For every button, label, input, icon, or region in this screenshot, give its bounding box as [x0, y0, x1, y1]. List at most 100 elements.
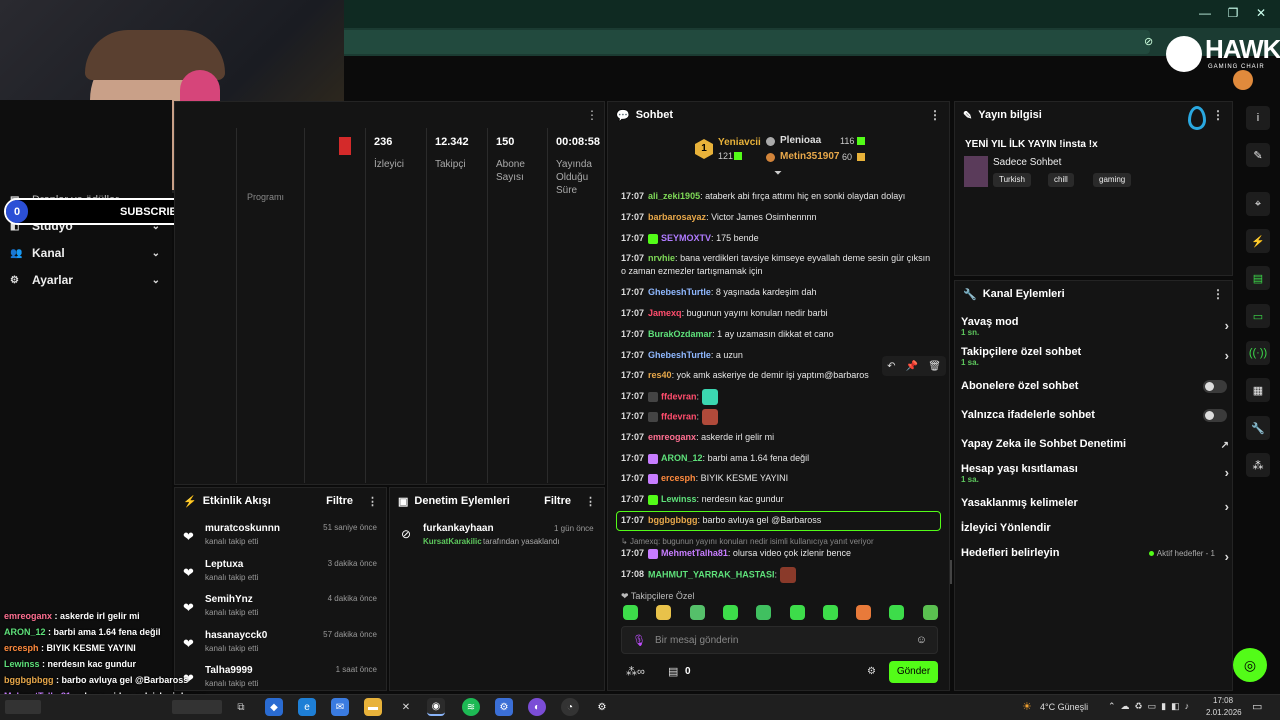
- avatar[interactable]: [1233, 70, 1253, 90]
- close-icon[interactable]: ✕: [1252, 6, 1270, 22]
- message-user[interactable]: nrvhie: [648, 253, 675, 263]
- xbox-icon[interactable]: ✕: [397, 698, 415, 716]
- chat-message[interactable]: 17:07 ercesph: BIYIK KESME YAYINI: [621, 472, 936, 485]
- minimize-icon[interactable]: —: [1196, 6, 1214, 22]
- channel-action-item[interactable]: Yapay Zeka ile Sohbet Denetimi ↗: [961, 438, 1231, 460]
- emoji-icon[interactable]: ☺: [916, 634, 927, 646]
- chat-message[interactable]: 17:07 nrvhie: bana verdikleri tavsiye kim…: [621, 252, 936, 278]
- message-user[interactable]: BurakOzdamar: [648, 329, 712, 339]
- broadcast-icon[interactable]: ((·)): [1246, 341, 1270, 365]
- app-icon[interactable]: ◐: [528, 698, 546, 716]
- message-user[interactable]: ffdevran: [661, 411, 697, 421]
- message-user[interactable]: bggbgbbgg: [648, 515, 697, 525]
- chat-message[interactable]: 17:07 MehmetTalha81: olursa video çok izl…: [621, 547, 936, 560]
- emote-picker-icon[interactable]: [656, 605, 672, 620]
- channel-action-item[interactable]: Yasaklanmış kelimeler ›: [961, 497, 1231, 519]
- chat-message[interactable]: 17:07 GhebeshTurtle: 8 yaşınada kardeşim …: [621, 286, 936, 299]
- address-bar[interactable]: [340, 30, 1150, 54]
- chat-message[interactable]: 17:07 ffdevran:: [621, 389, 936, 405]
- info-icon[interactable]: i: [1246, 106, 1270, 130]
- edge-icon[interactable]: e: [298, 698, 316, 716]
- chat-message[interactable]: 17:07 barbarosayaz: Victor James Osimhenn…: [621, 211, 936, 224]
- send-button[interactable]: Gönder: [889, 661, 938, 683]
- message-user[interactable]: res40: [648, 370, 672, 380]
- moderation-user[interactable]: furkankayhaan: [423, 523, 494, 534]
- stream-tag[interactable]: Turkish: [993, 173, 1031, 187]
- channel-action-item[interactable]: Takipçilere özel sohbet 1 sa. ›: [961, 346, 1231, 368]
- note-icon[interactable]: ▤: [1246, 266, 1270, 290]
- mail-icon[interactable]: ✉: [331, 698, 349, 716]
- chat-message[interactable]: 17:07 ffdevran:: [621, 409, 936, 425]
- message-user[interactable]: ffdevran: [661, 391, 697, 401]
- event-user[interactable]: hasanaycck0: [205, 630, 267, 641]
- chat-message[interactable]: 17:07 res40: yok amk askeriye de demir iş…: [621, 369, 936, 382]
- chat-message[interactable]: 17:07 GhebeshTurtle: a uzun: [621, 349, 936, 362]
- chat-message[interactable]: 17:07 emreoganx: askerde irl gelir mi: [621, 431, 936, 444]
- message-user[interactable]: Jamexq: [648, 308, 682, 318]
- eye-off-icon[interactable]: ⊘: [1144, 35, 1153, 48]
- message-user[interactable]: Lewinss: [661, 494, 697, 504]
- infinity-points-icon[interactable]: ⁂∞: [626, 665, 645, 678]
- channel-action-item[interactable]: Hedefleri belirleyin › Aktif hedefler - 1: [961, 547, 1231, 569]
- focus-icon[interactable]: ⌖: [1246, 192, 1270, 216]
- kebab-icon[interactable]: ⋮: [929, 108, 941, 122]
- widget-thumbnail[interactable]: [172, 700, 222, 714]
- event-user[interactable]: Leptuxa: [205, 559, 243, 570]
- kebab-icon[interactable]: ⋮: [585, 495, 596, 508]
- channel-action-item[interactable]: Hesap yaşı kısıtlaması 1 sa. ›: [961, 463, 1231, 485]
- event-user[interactable]: Talha9999: [205, 665, 253, 676]
- activity-event[interactable]: ❤ hasanaycck0 kanalı takip etti 57 dakika ö…: [183, 630, 383, 664]
- chat-message[interactable]: 17:07 Jamexq: bugunun yayını konuları ned…: [621, 307, 936, 320]
- top-gifter-name[interactable]: Plenioaa: [780, 135, 821, 146]
- filter-button[interactable]: Filtre: [326, 495, 353, 507]
- message-user[interactable]: GhebeshTurtle: [648, 287, 711, 297]
- emote-picker-icon[interactable]: [822, 605, 838, 620]
- system-tray-icons[interactable]: ⌃☁♻▭▮◧♪: [1108, 701, 1194, 712]
- folder-icon[interactable]: ▬: [364, 698, 382, 716]
- message-user[interactable]: GhebeshTurtle: [648, 350, 711, 360]
- store-icon[interactable]: ▤: [668, 665, 678, 678]
- support-chat-icon[interactable]: ◎: [1233, 648, 1267, 682]
- task-view-icon[interactable]: ⧉: [232, 698, 250, 716]
- chat-message[interactable]: 17:07 bggbgbbgg: barbo avluya gel @Barbar…: [621, 514, 936, 527]
- kebab-icon[interactable]: ⋮: [586, 108, 598, 122]
- activity-event[interactable]: ❤ Leptuxa kanalı takip etti 3 dakika önce: [183, 559, 383, 593]
- spotify-icon[interactable]: ≋: [462, 698, 480, 716]
- message-user[interactable]: emreoganx: [648, 432, 696, 442]
- settings-icon[interactable]: ⚙: [593, 698, 611, 716]
- stream-tag[interactable]: chill: [1048, 173, 1074, 187]
- chat-scrollbar[interactable]: [950, 560, 952, 584]
- sidebar-item-channel[interactable]: 👥 Kanal ⌄: [10, 243, 160, 263]
- toggle-switch[interactable]: [1203, 409, 1227, 422]
- chat-message[interactable]: 17:08 MAHMUT_YARRAK_HASTASI:: [621, 567, 936, 583]
- channel-action-item[interactable]: Abonelere özel sohbet: [961, 380, 1231, 402]
- layout-icon[interactable]: ▦: [1246, 378, 1270, 402]
- copilot-icon[interactable]: ◆: [265, 698, 283, 716]
- emote-picker-icon[interactable]: [756, 605, 772, 620]
- message-user[interactable]: ali_zeki1905: [648, 191, 700, 201]
- mic-icon[interactable]: 🎙: [632, 634, 646, 647]
- message-user[interactable]: SEYMOXTV: [661, 233, 711, 243]
- app-icon[interactable]: ◔: [561, 698, 579, 716]
- activity-event[interactable]: ❤ SemihYnz kanalı takip etti 4 dakika önce: [183, 594, 383, 628]
- restore-icon[interactable]: ❐: [1224, 6, 1242, 22]
- toggle-switch[interactable]: [1203, 380, 1227, 393]
- activity-event[interactable]: ❤ muratcoskunnn kanalı takip etti 51 saniye…: [183, 523, 383, 557]
- chat-bubble-icon[interactable]: ▭: [1246, 304, 1270, 328]
- group-icon[interactable]: ⁂: [1246, 453, 1270, 477]
- notification-icon[interactable]: ▭: [1252, 700, 1262, 713]
- widget-thumbnail[interactable]: [5, 700, 41, 714]
- channel-action-item[interactable]: Yavaş mod 1 sn. ›: [961, 316, 1231, 338]
- emote-picker-icon[interactable]: [789, 605, 805, 620]
- emote-picker-icon[interactable]: [722, 605, 738, 620]
- chat-message[interactable]: 17:07 SEYMOXTV: 175 bende: [621, 232, 936, 245]
- external-link-icon[interactable]: ↗: [1221, 440, 1229, 451]
- chat-settings-icon[interactable]: ⚙: [867, 666, 876, 677]
- top-gifter-name[interactable]: Yeniavcii: [718, 137, 761, 148]
- chat-input-box[interactable]: 🎙 Bir mesaj gönderin ☺: [621, 626, 938, 654]
- channel-action-item[interactable]: İzleyici Yönlendir: [961, 522, 1231, 544]
- filter-button[interactable]: Filtre: [544, 495, 571, 507]
- event-user[interactable]: SemihYnz: [205, 594, 253, 605]
- bolt-icon[interactable]: ⚡: [1246, 229, 1270, 253]
- message-user[interactable]: barbarosayaz: [648, 212, 706, 222]
